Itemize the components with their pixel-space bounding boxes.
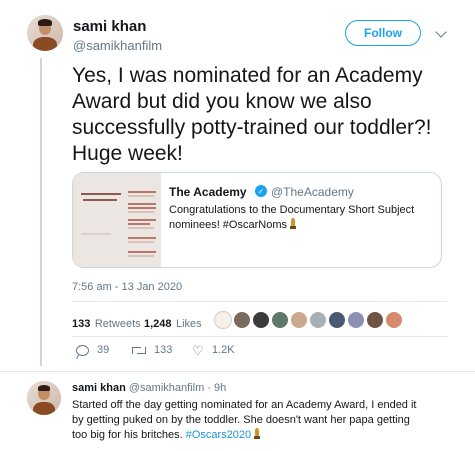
likes-label: Likes [175,318,202,330]
tweet-text: Yes, I was nominated for an Academy Awar… [72,64,432,165]
follow-button[interactable]: Follow [345,20,421,46]
divider [72,301,447,302]
liker-avatar[interactable] [233,311,251,329]
retweets-stat[interactable]: 133 Retweets [72,314,141,332]
likes-count: 1,248 [144,318,172,330]
reply-author-avatar[interactable] [27,381,61,415]
divider [72,336,447,337]
quoted-tweet-image[interactable] [73,173,161,267]
heart-icon: ♡ [192,342,204,358]
retweets-label: Retweets [94,318,141,330]
liker-avatar[interactable] [309,311,327,329]
liker-avatar[interactable] [328,311,346,329]
liker-avatar[interactable] [385,311,403,329]
quoted-author-handle[interactable]: @TheAcademy [271,185,354,199]
reply-icon [76,344,89,356]
reply-action[interactable]: 39 [76,344,109,356]
liker-avatar[interactable] [214,311,232,329]
likes-stat[interactable]: 1,248 Likes [144,314,202,332]
thread-line [40,58,42,366]
author-avatar[interactable] [27,15,63,51]
like-action-count: 1.2K [212,344,235,356]
reply-author-name[interactable]: sami khan [72,382,126,394]
reply-header: sami khan @samikhanfilm · 9h [72,382,226,394]
reply-count: 39 [97,344,110,356]
verified-icon: ✓ [255,185,267,197]
quoted-author-name[interactable]: The Academy [169,185,247,199]
quoted-tweet-text: Congratulations to the Documentary Short… [169,204,415,231]
author-handle[interactable]: @samikhanfilm [73,38,162,53]
reply-tweet-text: Started off the day getting nominated fo… [72,399,417,441]
retweets-count: 133 [72,318,91,330]
liker-avatar[interactable] [366,311,384,329]
liker-avatar[interactable] [252,311,270,329]
author-name[interactable]: sami khan [73,18,146,35]
divider [0,371,475,372]
reply-author-handle[interactable]: @samikhanfilm [129,382,204,394]
liker-avatar[interactable] [347,311,365,329]
trophy-icon [290,218,296,229]
retweet-action[interactable]: 133 [132,344,172,356]
liker-avatar[interactable] [271,311,289,329]
chevron-down-icon[interactable] [435,26,447,38]
like-action[interactable]: ♡ 1.2K [192,342,235,358]
trophy-icon [254,428,261,439]
retweet-icon [132,345,146,355]
reply-time[interactable]: · 9h [207,382,226,394]
liker-avatar[interactable] [290,311,308,329]
quoted-tweet[interactable]: The Academy ✓ @TheAcademy Congratulation… [72,172,442,268]
retweet-action-count: 133 [154,344,173,356]
hashtag-link[interactable]: #Oscars2020 [186,429,251,441]
tweet-timestamp[interactable]: 7:56 am - 13 Jan 2020 [72,281,182,293]
